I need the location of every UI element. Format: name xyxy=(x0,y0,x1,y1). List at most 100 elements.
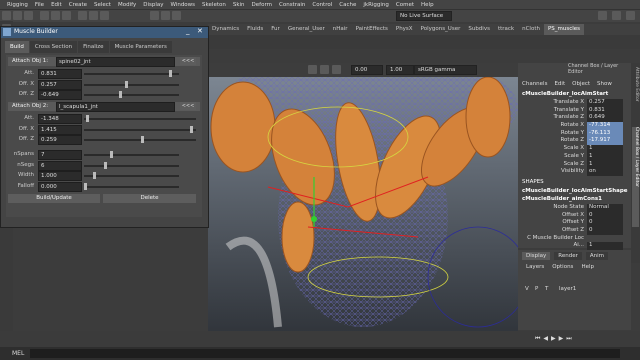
param-slider-handle[interactable] xyxy=(104,161,108,169)
step-forward-icon[interactable]: ▶ xyxy=(559,335,564,343)
shelf-tab-general_user[interactable]: General_User xyxy=(284,24,329,35)
channel-row[interactable]: Scale Y1 xyxy=(518,152,631,161)
tab-build[interactable]: Build xyxy=(5,41,29,53)
shape-channel-row[interactable]: C Muscle Builder Loc Ai... 1 xyxy=(518,235,631,251)
menu-item-deform[interactable]: Deform xyxy=(252,2,272,8)
attach-obj2-load-button[interactable]: <<< xyxy=(180,102,196,110)
menu-item-windows[interactable]: Windows xyxy=(170,2,195,8)
attach2-slider[interactable] xyxy=(84,125,196,133)
gamma-field[interactable]: 1.00 xyxy=(386,65,414,75)
shape-channel-row[interactable]: Node State Normal xyxy=(518,204,631,212)
menu-item-comet[interactable]: Comet xyxy=(396,2,414,8)
channel-name[interactable]: Scale Y xyxy=(518,153,587,161)
menu-item-edit[interactable]: Edit xyxy=(51,2,62,8)
menu-item-skin[interactable]: Skin xyxy=(233,2,245,8)
channel-value[interactable]: 0 xyxy=(587,219,623,228)
shelf-tab-fluids[interactable]: Fluids xyxy=(243,24,267,35)
channel-row[interactable]: Scale Z1 xyxy=(518,160,631,169)
menu-item-select[interactable]: Select xyxy=(94,2,111,8)
tab-muscle-parameters[interactable]: Muscle Parameters xyxy=(109,41,172,53)
attach-obj2-field[interactable]: l_scapula1_jnt xyxy=(56,102,175,112)
menu-item-display[interactable]: Display xyxy=(143,2,163,8)
menu-item-help[interactable]: Help xyxy=(421,2,434,8)
snap-curve-icon[interactable] xyxy=(89,11,98,20)
channel-value[interactable]: on xyxy=(587,168,623,176)
channel-menu-edit[interactable]: Edit xyxy=(554,81,565,87)
channel-row[interactable]: Translate X 0.257 xyxy=(518,99,631,107)
tool-settings-icon[interactable] xyxy=(626,11,635,20)
channel-value[interactable]: -17.917 xyxy=(587,137,623,146)
attach1-slider-handle[interactable] xyxy=(168,70,172,77)
step-back-icon[interactable]: ◀ xyxy=(543,335,548,343)
colorspace-dropdown[interactable]: sRGB gamma xyxy=(414,65,477,75)
channel-row[interactable]: Translate Z 0.649 xyxy=(518,114,631,123)
attach1-slider-handle[interactable] xyxy=(125,80,129,88)
xray-icon[interactable] xyxy=(332,65,341,74)
attach1-value-field[interactable]: 0.257 xyxy=(38,79,82,90)
param-slider-handle[interactable] xyxy=(109,151,113,158)
channel-name[interactable]: Node State xyxy=(518,204,587,212)
channel-box-tab[interactable]: Channel Box / Layer Editor xyxy=(632,127,639,227)
channel-name[interactable]: C Muscle Builder Loc Ai... xyxy=(518,235,587,250)
file-save-icon[interactable] xyxy=(24,11,33,20)
shelf-tab-nhair[interactable]: nHair xyxy=(329,24,352,35)
layer-menu-options[interactable]: Options xyxy=(552,264,573,270)
menu-item-modify[interactable]: Modify xyxy=(118,2,136,8)
wireframe-icon[interactable] xyxy=(308,65,317,74)
attach1-slider[interactable] xyxy=(84,80,179,88)
attach1-value-field[interactable]: 0.831 xyxy=(38,69,82,79)
menu-item-create[interactable]: Create xyxy=(69,2,87,8)
snap-point-icon[interactable] xyxy=(100,11,109,20)
shape-name[interactable]: cMuscleBuilder_locAimStartShape xyxy=(522,187,628,195)
layer-tab-display[interactable]: Display xyxy=(522,252,551,260)
paint-select-icon[interactable] xyxy=(62,11,71,20)
channel-name[interactable]: Rotate Y xyxy=(518,130,587,138)
channel-name[interactable]: Rotate Z xyxy=(518,137,587,145)
param-slider[interactable] xyxy=(84,182,179,190)
layer-tab-anim[interactable]: Anim xyxy=(585,252,609,260)
shelf-tab-ps_muscles[interactable]: PS_muscles xyxy=(543,24,585,35)
channel-row[interactable]: Translate Y 0.831 xyxy=(518,106,631,115)
attach-obj1-field[interactable]: spine02_jnt xyxy=(56,57,175,67)
channel-name[interactable]: Offset Z xyxy=(518,227,587,235)
channel-value[interactable]: 0.649 xyxy=(587,114,623,123)
channel-box-toggle-icon[interactable] xyxy=(612,11,621,20)
snap-grid-icon[interactable] xyxy=(78,11,87,20)
shape-channel-row[interactable]: Offset X0 xyxy=(518,211,631,220)
channel-name[interactable]: Translate Y xyxy=(518,107,587,115)
channel-value[interactable]: -76.113 xyxy=(587,129,623,138)
channel-value[interactable]: Normal xyxy=(587,204,623,212)
shape-name[interactable]: cMuscleBuilder_aimCons1 xyxy=(522,195,628,203)
select-icon[interactable] xyxy=(40,11,49,20)
channel-name[interactable]: Scale X xyxy=(518,145,587,153)
attach2-slider[interactable] xyxy=(84,115,196,122)
build-update-button[interactable]: Build/Update xyxy=(8,194,100,203)
channel-name[interactable]: Translate Z xyxy=(518,114,587,122)
channel-name[interactable]: Visibility xyxy=(518,168,587,176)
live-surface-field[interactable]: No Live Surface xyxy=(396,11,452,21)
tab-cross-section[interactable]: Cross Section xyxy=(29,41,78,53)
command-input[interactable] xyxy=(30,349,620,358)
selected-object-name[interactable]: cMuscleBuilder_locAimStart xyxy=(522,91,608,97)
render-icon[interactable] xyxy=(161,11,170,20)
menu-item-skeleton[interactable]: Skeleton xyxy=(202,2,226,8)
attach2-slider-handle[interactable] xyxy=(86,115,90,122)
channel-row[interactable]: Rotate Y -76.113 xyxy=(518,129,631,138)
shelf-tab-painteffects[interactable]: PaintEffects xyxy=(352,24,392,35)
param-slider-handle[interactable] xyxy=(84,182,87,190)
minimize-icon[interactable]: _ xyxy=(186,27,190,35)
channel-name[interactable]: Rotate X xyxy=(518,122,587,130)
param-slider[interactable] xyxy=(84,151,179,158)
shape-channel-row[interactable]: Offset Z0 xyxy=(518,227,631,235)
shelf-tab-polygons_user[interactable]: Polygons_User xyxy=(417,24,465,35)
layer-visibility-toggle[interactable]: V xyxy=(525,286,529,292)
shelf-tab-dynamics[interactable]: Dynamics xyxy=(208,24,243,35)
menu-item-file[interactable]: File xyxy=(35,2,44,8)
go-end-icon[interactable]: ⏭ xyxy=(566,335,571,343)
channel-value[interactable]: 0 xyxy=(587,211,623,220)
attach-obj1-load-button[interactable]: <<< xyxy=(180,57,196,65)
shelf-tab-subdivs[interactable]: Subdivs xyxy=(464,24,494,35)
layer-menu-layers[interactable]: Layers xyxy=(526,264,544,270)
close-icon[interactable]: ✕ xyxy=(197,27,203,35)
attach1-slider[interactable] xyxy=(84,70,179,77)
